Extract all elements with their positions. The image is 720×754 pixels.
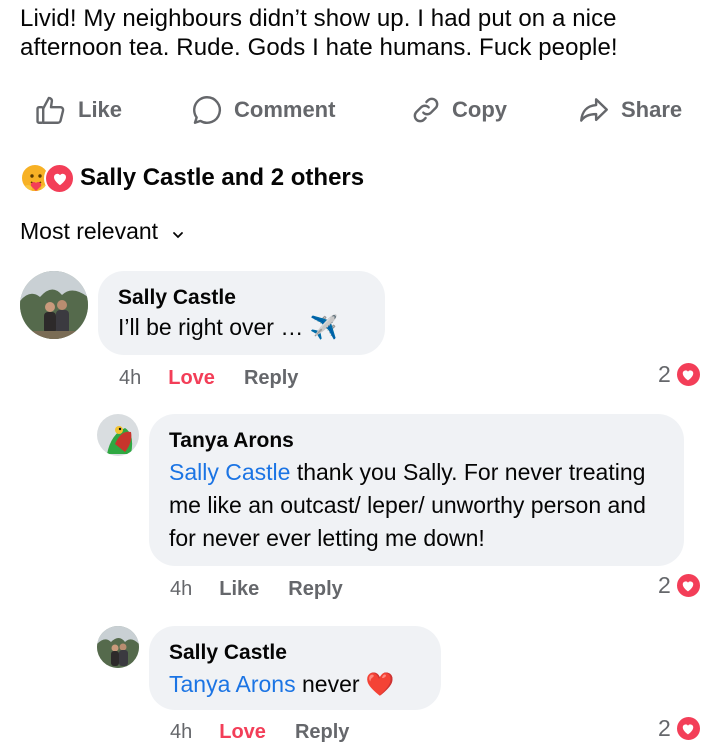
comment-text: Tanya Arons never ❤️ bbox=[169, 668, 421, 702]
love-button[interactable]: Love bbox=[168, 367, 215, 390]
comment-author[interactable]: Tanya Arons bbox=[169, 428, 664, 454]
love-reaction-icon bbox=[674, 361, 702, 388]
mention-link[interactable]: Tanya Arons bbox=[169, 671, 296, 697]
comment-button[interactable]: Comment bbox=[190, 88, 335, 132]
comment-text: I’ll be right over … ✈️ bbox=[118, 311, 365, 345]
reaction-icons bbox=[20, 161, 78, 195]
copy-label: Copy bbox=[452, 97, 507, 122]
comment-label: Comment bbox=[234, 97, 336, 122]
reaction-count: 2 bbox=[658, 715, 671, 741]
airplane-icon: ✈️ bbox=[309, 315, 339, 341]
reply-button[interactable]: Reply bbox=[244, 367, 298, 390]
post-text: Livid! My neighbours didn’t show up. I h… bbox=[20, 5, 618, 61]
comment-timestamp: 4h bbox=[119, 366, 142, 389]
avatar[interactable] bbox=[97, 414, 139, 456]
comment-sort-dropdown[interactable]: Most relevant bbox=[20, 218, 184, 245]
red-heart-emoji: ❤️ bbox=[365, 672, 395, 698]
comment-meta: 4h Love Reply bbox=[119, 364, 298, 392]
sort-label: Most relevant bbox=[20, 218, 159, 244]
reaction-count: 2 bbox=[658, 361, 671, 387]
reply-button[interactable]: Reply bbox=[295, 721, 349, 744]
love-reaction-icon bbox=[44, 163, 75, 194]
like-comment-button[interactable]: Like bbox=[219, 578, 259, 601]
love-reaction-icon bbox=[674, 572, 702, 599]
comment-bubble[interactable]: Tanya Arons Sally Castle thank you Sally… bbox=[149, 414, 684, 566]
comment-timestamp: 4h bbox=[170, 577, 193, 600]
comment-author[interactable]: Sally Castle bbox=[118, 285, 365, 311]
post-action-bar: Like Comment Copy Share bbox=[0, 88, 720, 132]
mention-link[interactable]: Sally Castle bbox=[169, 459, 290, 485]
comment-text: Sally Castle thank you Sally. For never … bbox=[169, 456, 664, 555]
comment-body: I’ll be right over … bbox=[118, 314, 304, 340]
thumbs-up-icon bbox=[34, 93, 68, 127]
like-label: Like bbox=[78, 97, 123, 122]
comment-reaction-count[interactable]: 2 bbox=[658, 361, 702, 388]
share-label: Share bbox=[621, 97, 683, 122]
avatar[interactable] bbox=[20, 271, 88, 339]
avatar[interactable] bbox=[97, 626, 139, 668]
share-button[interactable]: Share bbox=[577, 88, 682, 132]
copy-button[interactable]: Copy bbox=[410, 88, 507, 132]
reply-button[interactable]: Reply bbox=[288, 578, 342, 601]
love-button[interactable]: Love bbox=[219, 721, 266, 744]
comment-timestamp: 4h bbox=[170, 720, 193, 743]
comment-icon bbox=[190, 93, 224, 127]
comment-reaction-count[interactable]: 2 bbox=[658, 715, 702, 742]
link-icon bbox=[410, 94, 442, 126]
comment-meta: 4h Love Reply bbox=[170, 718, 349, 746]
comment-meta: 4h Like Reply bbox=[170, 575, 343, 603]
reaction-count: 2 bbox=[658, 572, 671, 598]
love-reaction-icon bbox=[674, 715, 702, 742]
comment-body: never bbox=[295, 671, 360, 697]
share-arrow-icon bbox=[577, 93, 611, 127]
chevron-down-icon bbox=[172, 218, 184, 245]
comment-bubble[interactable]: Sally Castle I’ll be right over … ✈️ bbox=[98, 271, 385, 355]
reactions-summary[interactable]: Sally Castle and 2 others bbox=[20, 160, 364, 196]
like-button[interactable]: Like bbox=[34, 88, 122, 132]
comment-author[interactable]: Sally Castle bbox=[169, 640, 421, 666]
reactors-text[interactable]: Sally Castle and 2 others bbox=[80, 164, 364, 192]
comment-reaction-count[interactable]: 2 bbox=[658, 572, 702, 599]
comment-bubble[interactable]: Sally Castle Tanya Arons never ❤️ bbox=[149, 626, 441, 710]
